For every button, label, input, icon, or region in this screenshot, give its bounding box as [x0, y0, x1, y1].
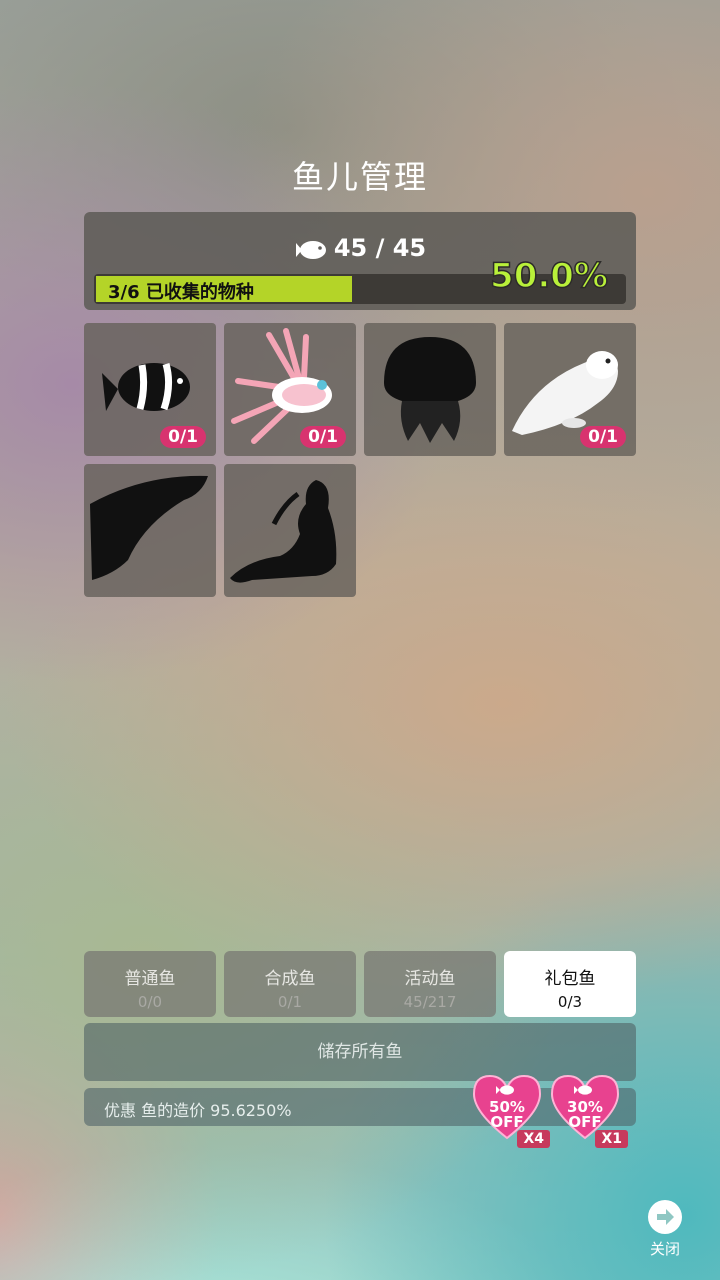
- offer-multiplier: X4: [517, 1130, 550, 1148]
- offer-text: 30% OFF: [548, 1100, 622, 1130]
- fish-tile-clownfish[interactable]: 0/1: [84, 323, 216, 456]
- tab-synthesized-fish[interactable]: 合成鱼 0/1: [224, 951, 356, 1017]
- arrow-right-icon: [648, 1200, 682, 1234]
- collection-progress-label: 3/6 已收集的物种: [108, 282, 254, 303]
- fish-count-value: 45 / 45: [333, 234, 427, 262]
- collection-percent: 50.0%: [489, 255, 608, 297]
- tab-label: 合成鱼: [264, 969, 316, 989]
- discount-text: 优惠 鱼的造价 95.6250%: [104, 1101, 292, 1120]
- offer-off: OFF: [568, 1113, 602, 1131]
- page-title: 鱼儿管理: [291, 158, 428, 196]
- close-button[interactable]: 关闭: [640, 1200, 690, 1259]
- tab-label: 礼包鱼: [544, 969, 596, 989]
- offer-off: OFF: [490, 1113, 524, 1131]
- fish-count-badge: 0/1: [300, 426, 346, 448]
- fish-tile-lionfish[interactable]: 0/1: [224, 323, 356, 456]
- fish-tile-mermaid[interactable]: [224, 464, 356, 597]
- fish-count-badge: 0/1: [580, 426, 626, 448]
- tab-count: 0/0: [137, 993, 163, 1011]
- tab-label: 普通鱼: [124, 969, 176, 989]
- offer-heart-30[interactable]: 30% OFF X1: [548, 1072, 628, 1148]
- offer-text: 50% OFF: [470, 1100, 544, 1130]
- fish-icon: [295, 241, 326, 259]
- fish-tile-whale[interactable]: [84, 464, 216, 597]
- tab-count: 0/1: [277, 993, 303, 1011]
- offer-heart-50[interactable]: 50% OFF X4: [470, 1072, 550, 1148]
- tab-gift-pack-fish[interactable]: 礼包鱼 0/3: [504, 951, 636, 1017]
- jellyfish-silhouette-icon: [384, 337, 476, 443]
- tab-count: 0/3: [557, 993, 583, 1011]
- whale-silhouette-icon: [90, 475, 208, 580]
- mermaid-silhouette-icon: [230, 480, 337, 583]
- tab-count: 45/217: [403, 993, 457, 1011]
- tab-event-fish[interactable]: 活动鱼 45/217: [364, 951, 496, 1017]
- fish-tile-jellyfish[interactable]: [364, 323, 496, 456]
- collection-summary-panel: 45 / 45 3/6 已收集的物种 50.0%: [84, 212, 636, 310]
- offer-multiplier: X1: [595, 1130, 628, 1148]
- fish-tile-seal[interactable]: 0/1: [504, 323, 636, 456]
- tab-normal-fish[interactable]: 普通鱼 0/0: [84, 951, 216, 1017]
- fish-count-badge: 0/1: [160, 426, 206, 448]
- close-label: 关闭: [649, 1240, 680, 1258]
- tab-label: 活动鱼: [404, 969, 456, 989]
